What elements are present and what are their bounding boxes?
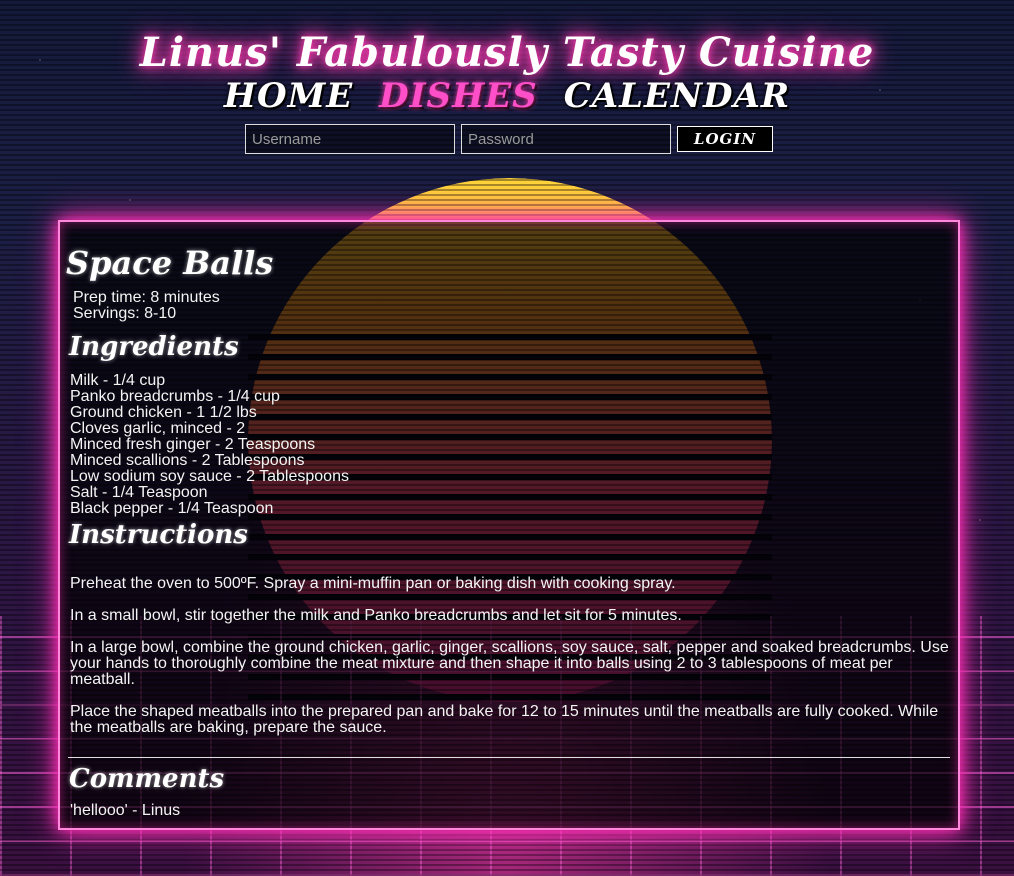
- dish-title: Space Balls: [66, 244, 274, 282]
- ingredients-list: Milk - 1/4 cup Panko breadcrumbs - 1/4 c…: [70, 373, 349, 517]
- divider: [68, 757, 950, 758]
- recipe-card: Space Balls Prep time: 8 minutes Serving…: [58, 220, 960, 830]
- login-button[interactable]: Login: [677, 126, 773, 152]
- password-input[interactable]: [461, 124, 671, 154]
- ingredients-heading: Ingredients: [69, 332, 239, 362]
- ingredient-item: Milk - 1/4 cup: [70, 372, 166, 389]
- comments-heading: Comments: [69, 764, 225, 794]
- ingredient-item: Salt - 1/4 Teaspoon: [70, 484, 208, 501]
- instructions-list: Preheat the oven to 500ºF. Spray a mini-…: [70, 576, 950, 752]
- site-title: Linus' Fabulously Tasty Cuisine: [139, 28, 875, 76]
- ingredient-item: Black pepper - 1/4 Teaspoon: [70, 500, 274, 517]
- ingredient-item: Low sodium soy sauce - 2 Tablespoons: [70, 468, 349, 485]
- ingredient-item: Minced scallions - 2 Tablespoons: [70, 452, 305, 469]
- nav-calendar[interactable]: Calendar: [564, 76, 790, 116]
- instruction-step: Preheat the oven to 500ºF. Spray a mini-…: [70, 575, 676, 592]
- nav-dishes[interactable]: Dishes: [379, 76, 538, 116]
- comment-item: 'hellooo' - Linus: [70, 802, 181, 819]
- instruction-step: In a small bowl, stir together the milk …: [70, 607, 682, 624]
- servings: Servings: 8-10: [73, 305, 177, 322]
- instruction-step: In a large bowl, combine the ground chic…: [70, 639, 949, 688]
- username-input[interactable]: [245, 124, 455, 154]
- main-nav: Home Dishes Calendar: [0, 76, 1014, 116]
- prep-time: Prep time: 8 minutes: [73, 289, 220, 306]
- login-form: Login: [245, 124, 773, 154]
- ingredient-item: Ground chicken - 1 1/2 lbs: [70, 404, 257, 421]
- nav-home[interactable]: Home: [224, 76, 353, 116]
- ingredient-item: Minced fresh ginger - 2 Teaspoons: [70, 436, 316, 453]
- instructions-heading: Instructions: [69, 520, 248, 550]
- instruction-step: Place the shaped meatballs into the prep…: [70, 703, 939, 736]
- ingredient-item: Panko breadcrumbs - 1/4 cup: [70, 388, 280, 405]
- recipe-meta: Prep time: 8 minutes Servings: 8-10: [73, 290, 220, 322]
- ingredient-item: Cloves garlic, minced - 2: [70, 420, 246, 437]
